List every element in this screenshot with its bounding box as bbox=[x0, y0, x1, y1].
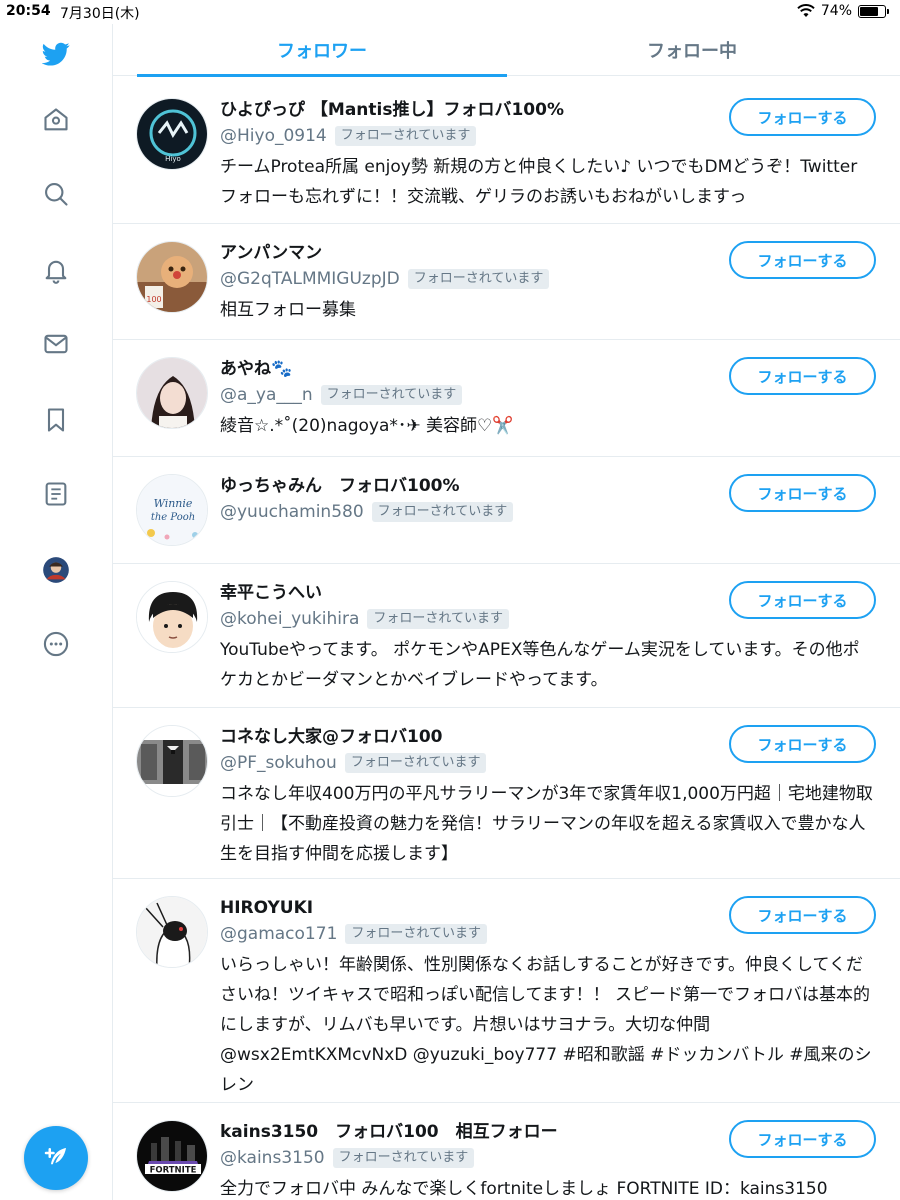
tab-following[interactable]: フォロー中 bbox=[507, 24, 877, 76]
user-bio: 綾音☆.*˚(20)nagoya*･✈ 美容師♡✂️ bbox=[220, 416, 514, 436]
follow-button[interactable]: フォローする bbox=[729, 474, 876, 512]
follows-you-badge: フォローされています bbox=[407, 269, 550, 289]
follower-cell[interactable]: FORTNITE kains3150 フォロバ100 相互フォロー @kains… bbox=[113, 1103, 900, 1200]
follows-you-badge: フォローされています bbox=[345, 924, 488, 944]
notifications-bell-icon[interactable] bbox=[38, 252, 74, 288]
follow-tabs: フォロワー フォロー中 bbox=[113, 24, 900, 77]
follower-cell[interactable]: Winnie the Pooh ゆっちゃみん フォロバ100% @yuuchami… bbox=[113, 457, 900, 564]
user-handle: @gamaco171 bbox=[220, 924, 338, 944]
user-bio: いらっしゃい！年齢関係、性別関係なくお話しすることが好きです。仲良くしてください… bbox=[220, 955, 872, 1095]
user-handle: @kohei_yukihira bbox=[220, 609, 360, 629]
avatar[interactable] bbox=[136, 896, 208, 968]
avatar[interactable]: Hiyo bbox=[136, 98, 208, 170]
user-handle: @G2qTALMMIGUzpJD bbox=[220, 269, 400, 289]
avatar[interactable] bbox=[136, 581, 208, 653]
follows-you-badge: フォローされています bbox=[320, 385, 463, 405]
follow-button[interactable]: フォローする bbox=[729, 241, 876, 279]
status-bar: 20:54 7月30日(木) 74% bbox=[0, 0, 900, 24]
follows-you-badge: フォローされています bbox=[371, 502, 514, 522]
follow-button[interactable]: フォローする bbox=[729, 357, 876, 395]
svg-text:Hiyo: Hiyo bbox=[165, 155, 181, 163]
sidebar bbox=[0, 24, 113, 1200]
lists-icon[interactable] bbox=[38, 476, 74, 512]
user-handle: @Hiyo_0914 bbox=[220, 126, 327, 146]
svg-text:FORTNITE: FORTNITE bbox=[150, 1166, 197, 1176]
user-handle: @yuuchamin580 bbox=[220, 502, 364, 522]
follower-cell[interactable]: 幸平こうへい @kohei_yukihira フォローされています YouTub… bbox=[113, 564, 900, 708]
twitter-logo-icon[interactable] bbox=[38, 36, 74, 72]
user-bio: 相互フォロー募集 bbox=[220, 300, 356, 320]
status-time: 20:54 bbox=[6, 3, 51, 19]
user-handle: @PF_sokuhou bbox=[220, 753, 337, 773]
profile-avatar-icon[interactable] bbox=[38, 552, 74, 588]
follows-you-badge: フォローされています bbox=[334, 126, 477, 146]
follows-you-badge: フォローされています bbox=[332, 1148, 475, 1168]
home-icon[interactable] bbox=[38, 102, 74, 138]
status-indicators: 74% bbox=[797, 3, 889, 19]
user-bio: コネなし年収400万円の平凡サラリーマンが3年で家賃年収1,000万円超｜宅地建… bbox=[220, 784, 873, 864]
user-handle: @a_ya___n bbox=[220, 385, 313, 405]
follows-you-badge: フォローされています bbox=[344, 753, 487, 773]
wifi-icon bbox=[797, 4, 815, 17]
tab-followers[interactable]: フォロワー bbox=[137, 24, 507, 76]
avatar[interactable]: Winnie the Pooh bbox=[136, 474, 208, 546]
follow-button[interactable]: フォローする bbox=[729, 98, 876, 136]
battery-icon bbox=[858, 4, 889, 18]
battery-level bbox=[860, 6, 878, 16]
bookmark-icon[interactable] bbox=[38, 402, 74, 438]
battery-percent: 74% bbox=[820, 3, 852, 19]
follow-button[interactable]: フォローする bbox=[729, 896, 876, 934]
follower-cell[interactable]: HIROYUKI @gamaco171 フォローされています いらっしゃい！年齢… bbox=[113, 879, 900, 1103]
active-tab-indicator bbox=[137, 74, 507, 77]
user-bio: チームProtea所属 enjoy勢 新規の方と仲良くしたい♪ いつでもDMどう… bbox=[220, 157, 858, 207]
follower-list: Hiyo ひよぴっぴ 【Mantis推し】フォロバ100% @Hiyo_0914… bbox=[113, 80, 900, 1200]
compose-tweet-icon bbox=[44, 1148, 66, 1165]
follow-button[interactable]: フォローする bbox=[729, 581, 876, 619]
follow-button[interactable]: フォローする bbox=[729, 725, 876, 763]
svg-text:100: 100 bbox=[146, 295, 161, 304]
compose-tweet-button[interactable] bbox=[24, 1126, 88, 1190]
messages-envelope-icon[interactable] bbox=[38, 326, 74, 362]
follows-you-badge: フォローされています bbox=[367, 609, 510, 629]
avatar[interactable]: FORTNITE bbox=[136, 1120, 208, 1192]
avatar[interactable] bbox=[136, 725, 208, 797]
svg-text:the Pooh: the Pooh bbox=[151, 512, 195, 523]
user-bio: 全力でフォロバ中 みんなで楽しくfortniteしましょ FORTNITE ID… bbox=[220, 1179, 828, 1199]
follower-cell[interactable]: Hiyo ひよぴっぴ 【Mantis推し】フォロバ100% @Hiyo_0914… bbox=[113, 80, 900, 224]
follower-cell[interactable]: コネなし大家@フォロバ100 @PF_sokuhou フォローされています コネ… bbox=[113, 708, 900, 879]
status-date: 7月30日(木) bbox=[60, 6, 140, 22]
svg-text:Winnie: Winnie bbox=[154, 497, 193, 510]
follow-button[interactable]: フォローする bbox=[729, 1120, 876, 1158]
more-icon[interactable] bbox=[38, 626, 74, 662]
user-bio: YouTubeやってます。 ポケモンやAPEX等色んなゲーム実況をしています。そ… bbox=[220, 640, 860, 690]
avatar[interactable]: 100 bbox=[136, 241, 208, 313]
search-icon[interactable] bbox=[38, 176, 74, 212]
follower-cell[interactable]: あやね🐾 @a_ya___n フォローされています 綾音☆.*˚(20)nago… bbox=[113, 340, 900, 457]
avatar[interactable] bbox=[136, 357, 208, 429]
user-handle: @kains3150 bbox=[220, 1148, 325, 1168]
follower-cell[interactable]: 100 アンパンマン @G2qTALMMIGUzpJD フォローされています 相… bbox=[113, 224, 900, 340]
